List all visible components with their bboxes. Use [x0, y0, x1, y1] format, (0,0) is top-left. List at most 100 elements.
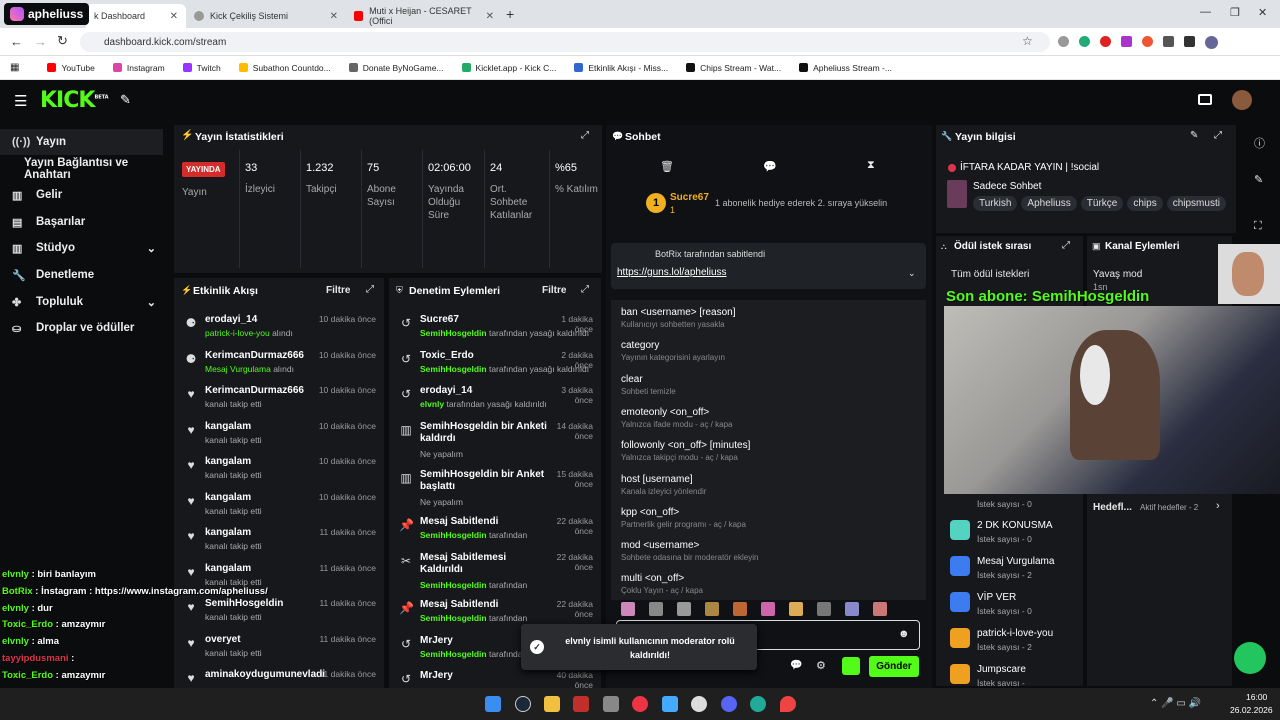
activity-row[interactable]: ♥ kangalam kanalı takip etti 10 dakika önce: [174, 454, 384, 490]
activity-user[interactable]: kangalam: [205, 456, 251, 467]
reward-item[interactable]: Mesaj Vurgulama İstek sayısı - 2: [950, 552, 1080, 586]
mod-filter-button[interactable]: Filtre: [542, 285, 566, 296]
activity-user[interactable]: KerimcanDurmaz666: [205, 350, 304, 361]
activity-row[interactable]: ♥ KerimcanDurmaz666 kanalı takip etti 10 da…: [174, 383, 384, 419]
app3-icon[interactable]: [662, 696, 678, 712]
command-item[interactable]: emoteonly <on_off> Yalnızca ifade modu - …: [611, 405, 926, 438]
activity-user[interactable]: kangalam: [205, 421, 251, 432]
bookmark-apheliuss[interactable]: Apheliuss Stream -...: [799, 63, 892, 73]
emoji-icon[interactable]: ☻: [898, 628, 910, 640]
chevron-right-icon[interactable]: ›: [1216, 500, 1220, 512]
tab-youtube[interactable]: Muti x Heijan - CESARET (Offici ✕: [346, 4, 502, 28]
sidebar-item[interactable]: 🔧 Denetleme: [0, 262, 170, 288]
expand-icon[interactable]: ⤢: [366, 284, 374, 295]
start-icon[interactable]: [485, 696, 501, 712]
chrome2-icon[interactable]: [750, 696, 766, 712]
edit-icon[interactable]: ✎: [1190, 130, 1198, 141]
pin-tool-icon[interactable]: ✎: [120, 92, 131, 108]
new-tab-button[interactable]: +: [506, 6, 514, 22]
chat-fab[interactable]: [1234, 642, 1266, 674]
avatar[interactable]: [1232, 90, 1252, 110]
sidebar-item[interactable]: ▥ Gelir: [0, 182, 170, 208]
category-name[interactable]: Sadece Sohbet: [973, 181, 1041, 192]
expand-icon[interactable]: ⤢: [1062, 240, 1070, 251]
bookmark-youtube[interactable]: YouTube: [47, 63, 95, 73]
info-circle-icon[interactable]: ⓘ: [1254, 135, 1265, 151]
bookmark-chips[interactable]: Chips Stream - Wat...: [686, 63, 781, 73]
reward-item[interactable]: 2 DK KONUSMA İstek sayısı - 0: [950, 516, 1080, 550]
mod-row[interactable]: ▥ SemihHosgeldin bir Anketi kaldırdı Ne ya…: [389, 419, 601, 465]
command-item[interactable]: followonly <on_off> [minutes] Yalnızca ta…: [611, 438, 926, 471]
app2-icon[interactable]: [603, 696, 619, 712]
activity-row[interactable]: ⚈ KerimcanDurmaz666 Mesaj Vurgulama alındı…: [174, 348, 384, 384]
command-item[interactable]: ban <username> [reason] Kullanıcıyı sohbe…: [611, 305, 926, 338]
extensions-icons[interactable]: [1058, 36, 1218, 49]
slow-mode-label[interactable]: Yavaş mod: [1093, 269, 1142, 280]
sidebar-item[interactable]: ✤ Topluluk ⌄: [0, 289, 170, 315]
sidebar-item[interactable]: ▥ Stüdyo ⌄: [0, 235, 170, 261]
tag-chip[interactable]: chips: [1127, 196, 1163, 211]
command-item[interactable]: host [username] Kanala izleyici yönlendir: [611, 472, 926, 505]
close-icon[interactable]: ✕: [170, 11, 178, 22]
sidebar-item[interactable]: ((·)) Yayın: [0, 129, 163, 155]
goals-label[interactable]: Hedefl...: [1093, 502, 1132, 513]
command-item[interactable]: multi <on_off> Çoklu Yayın - aç / kapa: [611, 571, 926, 604]
app-icon[interactable]: [573, 696, 589, 712]
bookmark-instagram[interactable]: Instagram: [112, 63, 165, 73]
mod-action-title[interactable]: erodayi_14: [420, 385, 550, 397]
tray-icons[interactable]: ⌃ 🎤 ▭ 🔊: [1150, 698, 1201, 709]
tag-chip[interactable]: Türkçe: [1080, 196, 1124, 211]
pencil-icon[interactable]: ✎: [1254, 173, 1263, 186]
tag-chip[interactable]: Apheliuss: [1021, 196, 1077, 211]
tab-cekilis[interactable]: Kick Çekiliş Sistemi ✕: [186, 4, 346, 28]
sidebar-item[interactable]: ⛀ Droplar ve ödüller: [0, 315, 170, 341]
activity-user[interactable]: kangalam: [205, 492, 251, 503]
sidebar-item[interactable]: ▤ Başarılar: [0, 209, 170, 235]
clock-date[interactable]: 26.02.2026: [1230, 705, 1273, 715]
activity-user[interactable]: erodayi_14: [205, 314, 257, 325]
steam-icon[interactable]: [515, 696, 531, 712]
mod-action-title[interactable]: Mesaj Sabitlendi: [420, 599, 550, 611]
bookmark-etkinlik[interactable]: Etkinlik Akışı - Miss...: [574, 63, 668, 73]
crop-icon[interactable]: ⛶: [1254, 220, 1262, 233]
mod-action-title[interactable]: Mesaj Sabitlemesi Kaldırıldı: [420, 552, 550, 576]
tv-icon[interactable]: [1198, 94, 1212, 105]
apps-icon[interactable]: ▦: [10, 62, 19, 73]
activity-row[interactable]: ♥ kangalam kanalı takip etti 10 dakika önce: [174, 490, 384, 526]
reward-item[interactable]: patrick-i-love-you İstek sayısı - 2: [950, 624, 1080, 658]
reward-item[interactable]: VİP VER İstek sayısı - 0: [950, 588, 1080, 622]
mod-action-title[interactable]: Toxic_Erdo: [420, 350, 550, 362]
close-icon[interactable]: ✕: [486, 11, 494, 22]
bookmark-kicklet[interactable]: Kicklet.app - Kick C...: [461, 63, 556, 73]
mod-action-title[interactable]: MrJery: [420, 670, 550, 682]
chat-bubble-icon[interactable]: 💬: [790, 660, 802, 671]
star-icon[interactable]: ☆: [1022, 34, 1033, 48]
app4-icon[interactable]: [691, 696, 707, 712]
expand-icon[interactable]: ⤢: [1214, 130, 1222, 141]
message-icon[interactable]: 💬: [763, 160, 777, 173]
menu-icon[interactable]: ☰: [14, 92, 27, 110]
activity-user[interactable]: kangalam: [205, 527, 251, 538]
sidebar-item[interactable]: Yayın Bağlantısı ve Anahtarı: [0, 156, 170, 182]
tab-dashboard[interactable]: k Dashboard ✕: [86, 4, 186, 28]
chevron-down-icon[interactable]: ⌄: [147, 296, 156, 309]
maximize-button[interactable]: ❐: [1230, 6, 1240, 19]
chrome-icon[interactable]: [632, 696, 648, 712]
folder-icon[interactable]: [544, 696, 560, 712]
command-item[interactable]: clear Sohbeti temizle: [611, 372, 926, 405]
command-item[interactable]: mod <username> Sohbete odasına bir modera…: [611, 538, 926, 571]
activity-row[interactable]: ♥ kangalam kanalı takip etti 10 dakika önce: [174, 419, 384, 455]
all-rewards[interactable]: Tüm ödül istekleri: [951, 269, 1029, 280]
forward-icon[interactable]: →: [34, 34, 47, 49]
mod-action-title[interactable]: SemihHosgeldin bir Anketi kaldırdı: [420, 421, 550, 445]
back-icon[interactable]: ←: [10, 34, 23, 49]
expand-icon[interactable]: ⤢: [581, 130, 589, 141]
activity-row[interactable]: ⚈ erodayi_14 patrick-i-love-you alındı 10 d…: [174, 312, 384, 348]
trash-icon[interactable]: 🗑: [660, 160, 674, 173]
mod-row[interactable]: ▥ SemihHosgeldin bir Anket başlattı Ne yap…: [389, 467, 601, 513]
kick-button-icon[interactable]: [842, 657, 860, 675]
clock-time[interactable]: 16:00: [1246, 692, 1267, 702]
bookmark-twitch[interactable]: Twitch: [182, 63, 221, 73]
gear-icon[interactable]: ⚙: [816, 659, 826, 672]
pinned-link[interactable]: https://guns.lol/apheliuss: [617, 267, 727, 278]
